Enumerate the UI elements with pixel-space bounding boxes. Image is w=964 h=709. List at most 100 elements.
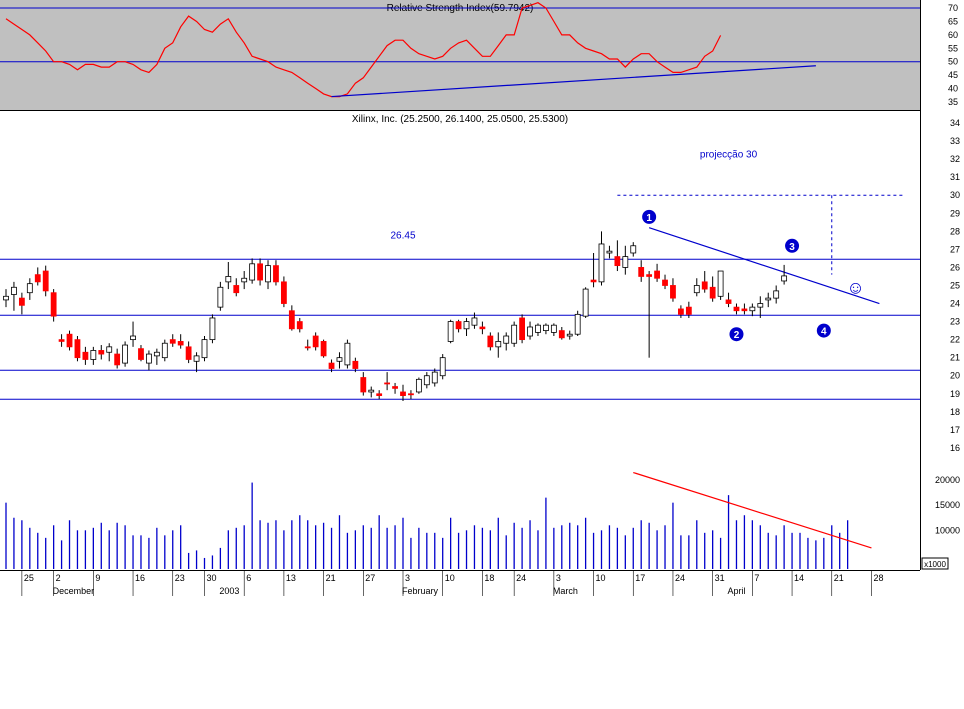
candle-body — [352, 360, 359, 369]
candle-body — [408, 393, 414, 396]
x-tick-label: 10 — [445, 573, 455, 583]
candle-body — [114, 353, 121, 366]
price-tick-label: 20 — [950, 371, 960, 381]
chart-root: Relative Strength Index(59.7942) Xilinx,… — [0, 0, 964, 704]
x-tick-label: 3 — [556, 573, 561, 583]
candle-body — [574, 313, 581, 335]
x-month-label: March — [553, 586, 578, 596]
price-tick-label: 30 — [950, 190, 960, 200]
candle-body — [503, 335, 510, 344]
candle-body — [590, 279, 597, 283]
candle-body — [423, 375, 430, 386]
candle-body — [50, 292, 57, 317]
candle-body — [535, 324, 541, 333]
candle-body — [741, 308, 748, 312]
candle-body — [257, 263, 263, 281]
candle-body — [225, 276, 232, 283]
x-tick-label: 14 — [794, 573, 804, 583]
candle-body — [185, 346, 192, 360]
rsi-tick-label: 70 — [948, 3, 958, 13]
candle-body — [90, 350, 97, 360]
candle-body — [622, 256, 629, 268]
axis-layer: 25 2 9 16 23 30 6 13 21 27 3 10 18 24 3 10 17 24 31 7 14 21 28… — [21, 570, 883, 596]
x-tick-label: 16 — [135, 573, 145, 583]
candle-body — [130, 335, 136, 341]
price-trendline — [648, 227, 880, 305]
candle-body — [153, 351, 160, 357]
rsi-tick-label: 65 — [948, 16, 958, 26]
candle-body — [678, 308, 684, 315]
x-tick-label: 23 — [175, 573, 185, 583]
candle-body — [630, 245, 637, 254]
candle-body — [376, 393, 383, 396]
candle-body — [11, 286, 17, 295]
candle-body — [749, 306, 756, 312]
price-layer: 1617181920212223242526272829303132333426… — [0, 118, 960, 453]
x-tick-label: 28 — [873, 573, 883, 583]
candle-body — [765, 297, 772, 301]
candle-body — [368, 389, 375, 393]
volume-layer: 10000 15000 20000 — [5, 471, 960, 569]
x-tick-label: 6 — [246, 573, 251, 583]
volume-tick-label: 15000 — [935, 500, 960, 510]
price-tick-label: 19 — [950, 389, 960, 399]
smiley-annotation: ☺ — [846, 277, 864, 297]
x-tick-label: 25 — [24, 573, 34, 583]
wave-marker-label: 2 — [734, 330, 740, 341]
candle-body — [122, 344, 128, 364]
candle-body — [74, 339, 81, 359]
candle-body — [543, 324, 549, 331]
candle-body — [717, 270, 724, 297]
candle-body — [296, 321, 303, 330]
price-tick-label: 16 — [950, 443, 960, 453]
x-tick-label: 21 — [834, 573, 844, 583]
candle-body — [598, 243, 605, 283]
candle-body — [527, 326, 533, 337]
candle-body — [161, 342, 168, 359]
candle-body — [415, 378, 422, 393]
x-tick-label: 9 — [95, 573, 100, 583]
x-tick-label: 21 — [326, 573, 336, 583]
candle-body — [106, 346, 113, 353]
candle-body — [463, 321, 470, 330]
x-tick-label: 24 — [675, 573, 685, 583]
rsi-panel-background — [0, 0, 920, 110]
candle-body — [26, 283, 33, 294]
candle-body — [773, 290, 780, 299]
price-tick-label: 32 — [950, 154, 960, 164]
x-month-label: April — [728, 586, 746, 596]
candle-body — [495, 341, 502, 348]
volume-unit-label: x1000 — [924, 560, 946, 569]
candle-body — [447, 321, 454, 342]
wave-marker-label: 4 — [821, 327, 827, 338]
rsi-tick-label: 40 — [948, 84, 958, 94]
rsi-tick-label: 55 — [948, 43, 958, 53]
price-tick-label: 23 — [950, 317, 960, 327]
price-tick-label: 17 — [950, 425, 960, 435]
candle-body — [566, 333, 573, 337]
candle-body — [241, 277, 248, 283]
x-tick-label: 3 — [405, 573, 410, 583]
price-tick-label: 26 — [950, 262, 960, 272]
price-tick-label: 24 — [950, 299, 960, 309]
candle-body — [606, 250, 613, 254]
rsi-tick-label: 45 — [948, 70, 958, 80]
x-month-label: February — [402, 586, 439, 596]
candle-body — [757, 303, 764, 308]
candle-body — [400, 391, 406, 396]
candle-body — [384, 382, 391, 385]
x-month-label: December — [53, 586, 95, 596]
x-tick-label: 18 — [484, 573, 494, 583]
x-tick-label: 13 — [286, 573, 296, 583]
x-tick-label: 17 — [635, 573, 645, 583]
candle-body — [146, 353, 152, 364]
candle-body — [288, 310, 295, 330]
x-month-label: 2003 — [219, 586, 239, 596]
candle-body — [217, 286, 224, 308]
x-tick-label: 31 — [715, 573, 725, 583]
candle-body — [233, 285, 240, 294]
volume-tick-label: 20000 — [935, 475, 960, 485]
candle-body — [312, 335, 319, 348]
price-tick-label: 18 — [950, 407, 960, 417]
x-tick-label: 7 — [754, 573, 759, 583]
